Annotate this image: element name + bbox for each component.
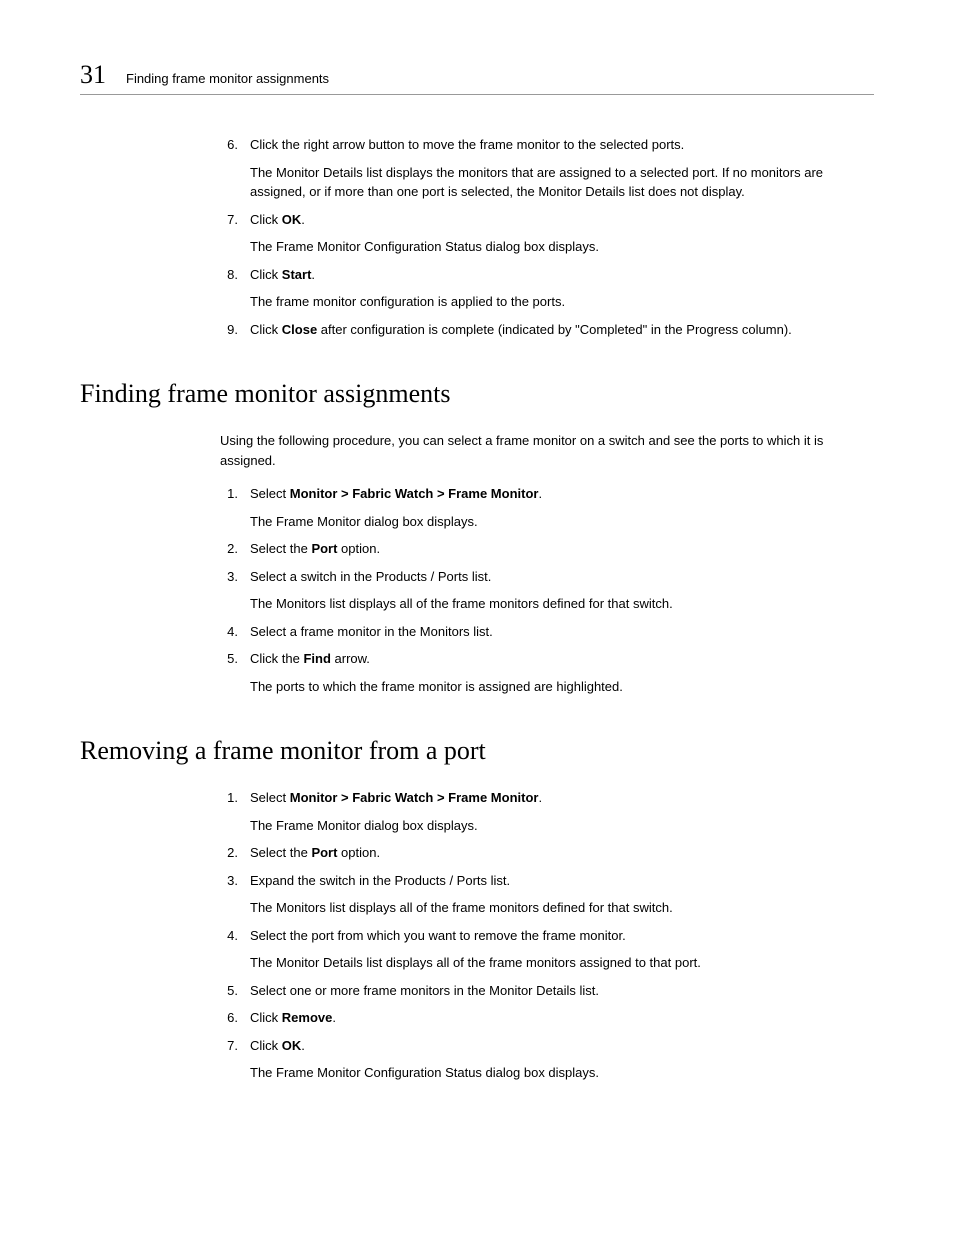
step: 5. Select one or more frame monitors in t… bbox=[220, 981, 874, 1001]
step-body: Select one or more frame monitors in the… bbox=[250, 981, 874, 1001]
step-number: 7. bbox=[220, 1036, 238, 1083]
step-body: Select the Port option. bbox=[250, 539, 874, 559]
step-body: Select the port from which you want to r… bbox=[250, 926, 874, 973]
step: 9. Click Close after configuration is com… bbox=[220, 320, 874, 340]
step-line: Select Monitor > Fabric Watch > Frame Mo… bbox=[250, 484, 874, 504]
step-line: The Frame Monitor Configuration Status d… bbox=[250, 1063, 874, 1083]
step-line: The Frame Monitor Configuration Status d… bbox=[250, 237, 874, 257]
step-body: Click OK. The Frame Monitor Configuration… bbox=[250, 1036, 874, 1083]
section-heading-finding: Finding frame monitor assignments bbox=[80, 379, 874, 409]
section2-steps: 1. Select Monitor > Fabric Watch > Frame … bbox=[220, 788, 874, 1083]
step-body: Select Monitor > Fabric Watch > Frame Mo… bbox=[250, 788, 874, 835]
step-line: The Frame Monitor dialog box displays. bbox=[250, 816, 874, 836]
step-line: The Monitors list displays all of the fr… bbox=[250, 898, 874, 918]
section1-steps: 1. Select Monitor > Fabric Watch > Frame … bbox=[220, 484, 874, 696]
step-body: Click Close after configuration is compl… bbox=[250, 320, 874, 340]
step-number: 1. bbox=[220, 788, 238, 835]
step-number: 7. bbox=[220, 210, 238, 257]
step-line: Select a frame monitor in the Monitors l… bbox=[250, 622, 874, 642]
step-line: The Monitor Details list displays the mo… bbox=[250, 163, 874, 202]
step: 3. Select a switch in the Products / Port… bbox=[220, 567, 874, 614]
step-number: 4. bbox=[220, 926, 238, 973]
step: 6. Click the right arrow button to move t… bbox=[220, 135, 874, 202]
step: 7. Click OK. The Frame Monitor Configurati… bbox=[220, 1036, 874, 1083]
step-line: The Monitor Details list displays all of… bbox=[250, 953, 874, 973]
step-line: Select the Port option. bbox=[250, 539, 874, 559]
step-body: Select Monitor > Fabric Watch > Frame Mo… bbox=[250, 484, 874, 531]
step: 6. Click Remove. bbox=[220, 1008, 874, 1028]
content-area: 6. Click the right arrow button to move t… bbox=[220, 135, 874, 1083]
step-body: Expand the switch in the Products / Port… bbox=[250, 871, 874, 918]
step-number: 2. bbox=[220, 539, 238, 559]
step: 7. Click OK. The Frame Monitor Configurati… bbox=[220, 210, 874, 257]
step-number: 2. bbox=[220, 843, 238, 863]
step-line: Click Start. bbox=[250, 265, 874, 285]
step: 1. Select Monitor > Fabric Watch > Frame … bbox=[220, 788, 874, 835]
step-number: 1. bbox=[220, 484, 238, 531]
step-body: Select a switch in the Products / Ports … bbox=[250, 567, 874, 614]
step: 5. Click the Find arrow. The ports to whic… bbox=[220, 649, 874, 696]
step-body: Click Remove. bbox=[250, 1008, 874, 1028]
page-header: 31 Finding frame monitor assignments bbox=[80, 60, 874, 95]
step-body: Click Start. The frame monitor configurat… bbox=[250, 265, 874, 312]
step-body: Select a frame monitor in the Monitors l… bbox=[250, 622, 874, 642]
step: 1. Select Monitor > Fabric Watch > Frame … bbox=[220, 484, 874, 531]
section1-intro: Using the following procedure, you can s… bbox=[220, 431, 874, 470]
step-line: Click OK. bbox=[250, 1036, 874, 1056]
step-body: Select the Port option. bbox=[250, 843, 874, 863]
step: 2. Select the Port option. bbox=[220, 843, 874, 863]
step-line: Click Remove. bbox=[250, 1008, 874, 1028]
step-line: The Frame Monitor dialog box displays. bbox=[250, 512, 874, 532]
page-number: 31 bbox=[80, 60, 106, 90]
step-line: The Monitors list displays all of the fr… bbox=[250, 594, 874, 614]
step-body: Click the right arrow button to move the… bbox=[250, 135, 874, 202]
step-line: Select a switch in the Products / Ports … bbox=[250, 567, 874, 587]
section-heading-removing: Removing a frame monitor from a port bbox=[80, 736, 874, 766]
step-line: The ports to which the frame monitor is … bbox=[250, 677, 874, 697]
step: 8. Click Start. The frame monitor configur… bbox=[220, 265, 874, 312]
step-number: 6. bbox=[220, 1008, 238, 1028]
step-number: 8. bbox=[220, 265, 238, 312]
step-number: 5. bbox=[220, 649, 238, 696]
step: 4. Select the port from which you want to… bbox=[220, 926, 874, 973]
step-number: 4. bbox=[220, 622, 238, 642]
document-page: 31 Finding frame monitor assignments 6. C… bbox=[0, 0, 954, 1151]
step-line: Select the port from which you want to r… bbox=[250, 926, 874, 946]
step-number: 3. bbox=[220, 871, 238, 918]
step: 3. Expand the switch in the Products / Po… bbox=[220, 871, 874, 918]
step-number: 5. bbox=[220, 981, 238, 1001]
step-number: 9. bbox=[220, 320, 238, 340]
running-title: Finding frame monitor assignments bbox=[126, 71, 329, 86]
step-line: Select Monitor > Fabric Watch > Frame Mo… bbox=[250, 788, 874, 808]
step-line: The frame monitor configuration is appli… bbox=[250, 292, 874, 312]
step-line: Click the Find arrow. bbox=[250, 649, 874, 669]
step-line: Select the Port option. bbox=[250, 843, 874, 863]
step-number: 6. bbox=[220, 135, 238, 202]
step-body: Click the Find arrow. The ports to which … bbox=[250, 649, 874, 696]
step-body: Click OK. The Frame Monitor Configuration… bbox=[250, 210, 874, 257]
top-steps: 6. Click the right arrow button to move t… bbox=[220, 135, 874, 339]
step-line: Select one or more frame monitors in the… bbox=[250, 981, 874, 1001]
step-line: Click OK. bbox=[250, 210, 874, 230]
step-line: Click the right arrow button to move the… bbox=[250, 135, 874, 155]
step: 2. Select the Port option. bbox=[220, 539, 874, 559]
step-line: Expand the switch in the Products / Port… bbox=[250, 871, 874, 891]
step-number: 3. bbox=[220, 567, 238, 614]
step: 4. Select a frame monitor in the Monitors… bbox=[220, 622, 874, 642]
step-line: Click Close after configuration is compl… bbox=[250, 320, 874, 340]
